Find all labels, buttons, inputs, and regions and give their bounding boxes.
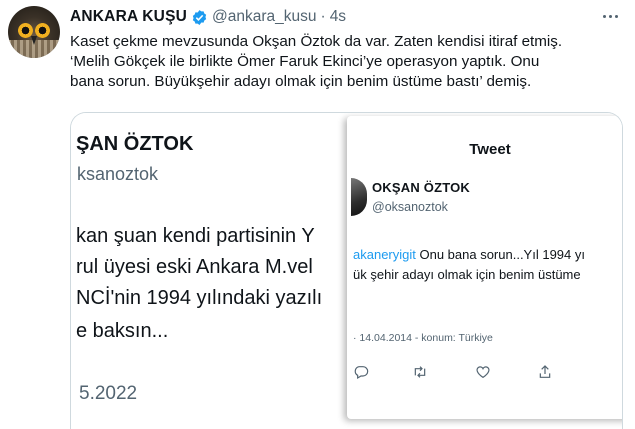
like-icon — [473, 362, 493, 382]
avatar-right-eye — [35, 23, 50, 38]
author-name[interactable]: ANKARA KUŞU — [70, 8, 187, 26]
right-screenshot-avatar — [351, 178, 367, 216]
tweet-media[interactable]: ŞAN ÖZTOK ksanoztok kan şuan kendi parti… — [70, 112, 623, 429]
more-dot — [614, 14, 618, 18]
share-icon — [535, 362, 555, 382]
verified-badge-icon — [192, 9, 207, 25]
retweet-icon — [410, 362, 430, 382]
left-screenshot-handle: ksanoztok — [77, 164, 159, 184]
left-screenshot-date: 5.2022 — [79, 383, 138, 404]
right-screenshot: Tweet OKŞAN ÖZTOK @oksanoztok akaneryigi… — [347, 116, 622, 419]
right-screenshot-line: ük şehir adayı olmak için benim üstüme — [353, 267, 581, 282]
more-dot — [602, 14, 606, 18]
right-screenshot-title: Tweet — [469, 141, 511, 158]
right-screenshot-name: OKŞAN ÖZTOK — [372, 180, 471, 195]
profile-avatar[interactable] — [8, 6, 60, 58]
tweet-text: Kaset çekme mevzusunda Okşan Öztok da va… — [70, 33, 563, 90]
left-screenshot-line: e baksın... — [76, 320, 169, 342]
left-screenshot-line: kan şuan kendi partisinin Y — [76, 225, 315, 247]
more-options-icon[interactable] — [599, 7, 621, 25]
separator-dot: · — [320, 8, 326, 25]
right-screenshot-line-text: Onu bana sorun...Yıl 1994 yı — [415, 247, 585, 262]
more-dot — [608, 14, 612, 18]
right-screenshot-actions — [347, 362, 622, 382]
right-screenshot-handle: @oksanoztok — [372, 200, 448, 214]
avatar-beak — [31, 36, 37, 45]
left-screenshot-line: rul üyesi eski Ankara M.vel — [76, 256, 313, 278]
reply-icon — [351, 362, 371, 382]
author-handle[interactable]: @ankara_kusu — [212, 8, 317, 26]
left-screenshot-line: NCİ'nin 1994 yılındaki yazılı — [76, 287, 323, 309]
right-screenshot-mention: akaneryigit — [353, 247, 416, 262]
tweet-time[interactable]: 4s — [330, 8, 346, 26]
tweet-header: ANKARA KUŞU @ankara_kusu · 4s — [70, 7, 346, 27]
left-screenshot-name: ŞAN ÖZTOK — [76, 133, 194, 155]
right-screenshot-line: akaneryigit Onu bana sorun...Yıl 1994 yı — [353, 247, 585, 262]
right-screenshot-meta: · 14.04.2014 - konum: Türkiye — [353, 332, 493, 344]
